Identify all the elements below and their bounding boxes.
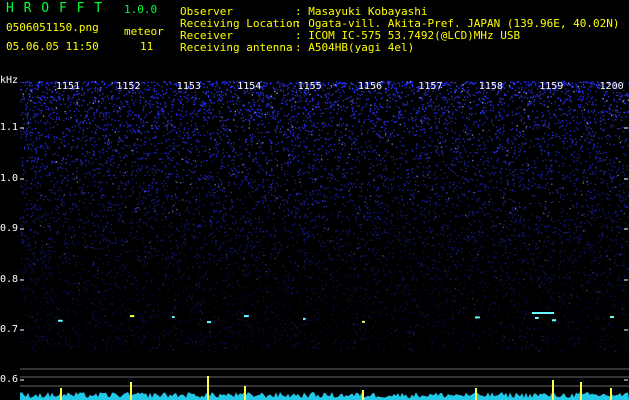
y-tick-label: 1.1 bbox=[0, 122, 19, 133]
meteor-echo bbox=[535, 316, 539, 319]
meteor-echo bbox=[58, 319, 63, 322]
meteor-echo bbox=[610, 315, 615, 318]
meteor-echo bbox=[172, 315, 175, 318]
amplitude-spike bbox=[60, 388, 62, 400]
amplitude-spike bbox=[552, 380, 554, 400]
time-tick-label: 1155 bbox=[298, 81, 322, 92]
observer-label: Observer bbox=[180, 5, 233, 18]
time-tick-label: 1154 bbox=[237, 81, 261, 92]
header-panel: H R O F F T 1.0.0 0506051150.png meteor … bbox=[0, 0, 629, 75]
time-tick-label: 1158 bbox=[479, 81, 503, 92]
meteor-echo bbox=[207, 321, 212, 324]
time-tick-label: 1152 bbox=[116, 81, 140, 92]
y-tick-label: 0.8 bbox=[0, 274, 19, 285]
time-tick-label: 1157 bbox=[418, 81, 442, 92]
observer-value: : Masayuki Kobayashi bbox=[295, 5, 428, 18]
spectrogram-canvas: 1151 1152 1153 1154 1155 1156 1157 1158 1159 1200 bbox=[20, 81, 629, 400]
app-version: 1.0.0 bbox=[124, 3, 158, 16]
axis-unit-label: kHz bbox=[0, 75, 19, 86]
amplitude-spike bbox=[475, 388, 477, 400]
time-tick-label: 1153 bbox=[177, 81, 201, 92]
antenna-value: : A504HB(yagi 4el) bbox=[295, 41, 415, 54]
filename: 0506051150.png bbox=[6, 21, 99, 34]
antenna-label: Receiving antenna bbox=[180, 41, 293, 54]
time-tick-label: 1156 bbox=[358, 81, 382, 92]
frequency-axis: kHz 1.1 1.0 0.9 0.8 0.7 0.6 bbox=[0, 75, 20, 400]
amplitude-spike bbox=[362, 390, 364, 400]
amplitude-spike bbox=[207, 376, 209, 400]
datetime: 05.06.05 11:50 bbox=[6, 40, 99, 53]
meteor-echo bbox=[362, 320, 365, 323]
app-name: H R O F F T bbox=[6, 1, 104, 16]
location-label: Receiving Location bbox=[180, 17, 300, 30]
receiver-label: Receiver bbox=[180, 29, 233, 42]
meteor-count: 11 bbox=[140, 40, 154, 53]
time-tick-label: 1159 bbox=[539, 81, 563, 92]
meteor-label: meteor bbox=[124, 25, 164, 38]
meteor-echo bbox=[552, 319, 557, 322]
y-tick-label: 0.6 bbox=[0, 374, 19, 385]
noise-field bbox=[20, 81, 629, 353]
location-value: : Ogata-vill. Akita-Pref. JAPAN (139.96E… bbox=[295, 17, 620, 30]
signal-trace bbox=[20, 392, 629, 400]
meteor-echo bbox=[475, 316, 480, 319]
time-tick-label: 1200 bbox=[600, 81, 624, 92]
meteor-echo bbox=[303, 317, 306, 320]
signal-strength-trace bbox=[20, 368, 629, 400]
y-tick-label: 0.7 bbox=[0, 324, 19, 335]
y-tick-label: 1.0 bbox=[0, 173, 19, 184]
meteor-echo bbox=[130, 315, 135, 318]
meteor-echo bbox=[532, 312, 554, 314]
time-tick-label: 1151 bbox=[56, 81, 80, 92]
amplitude-spike bbox=[580, 382, 582, 400]
y-tick-label: 0.9 bbox=[0, 223, 19, 234]
receiver-value: : ICOM IC-575 53.7492(@LCD)MHz USB bbox=[295, 29, 521, 42]
amplitude-spike bbox=[130, 382, 132, 400]
amplitude-spike bbox=[244, 386, 246, 400]
meteor-echo bbox=[244, 315, 249, 318]
amplitude-spike bbox=[610, 388, 612, 400]
